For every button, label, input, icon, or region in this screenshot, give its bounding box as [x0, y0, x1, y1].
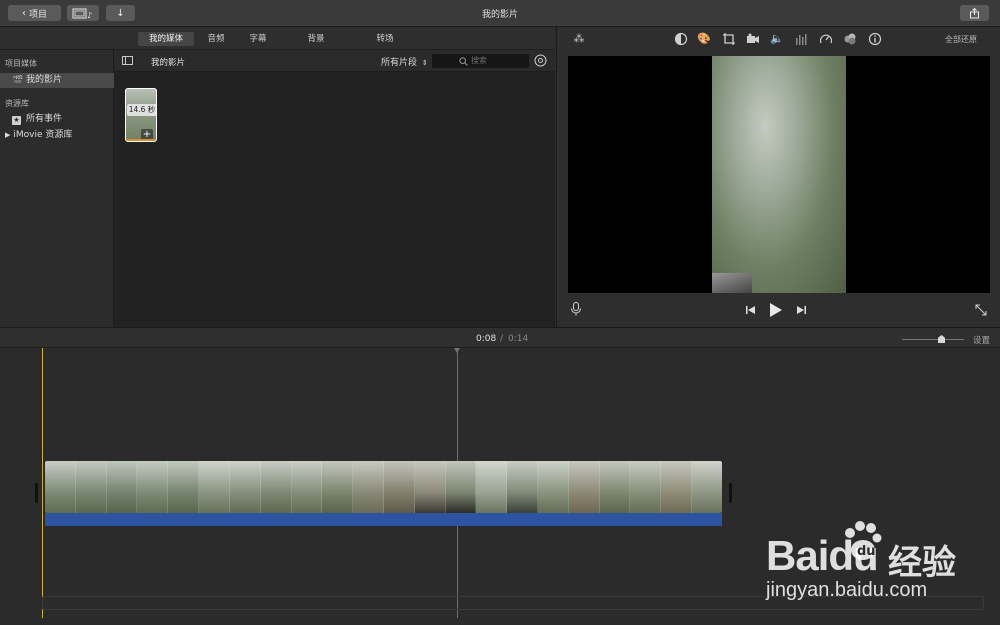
baidu-watermark: Baidu du 经验 jingyan.baidu.com — [766, 515, 996, 615]
filmstrip-frame — [445, 461, 477, 513]
filmstrip-frame — [692, 461, 722, 513]
clip-trim-handle-right[interactable] — [729, 483, 732, 503]
tab-audio[interactable]: 音频 — [200, 32, 232, 46]
clip-filter-label: 所有片段 — [381, 58, 418, 68]
share-icon — [970, 7, 979, 18]
library-header: 资源库 — [5, 99, 29, 108]
media-browser: 我的媒体 音频 字幕 背景 转场 项目媒体 🎬 我的影片 资源库 ★ 所有事件 ▶ i… — [0, 27, 555, 327]
tab-backgrounds[interactable]: 背景 — [300, 32, 332, 46]
equalizer-icon[interactable] — [795, 32, 809, 46]
info-icon[interactable] — [868, 32, 882, 46]
filmstrip-frame — [599, 461, 631, 513]
filmstrip-frame — [45, 461, 76, 513]
filmstrip-frame — [106, 461, 138, 513]
browser-title: 我的影片 — [151, 58, 186, 68]
project-media-header: 项目媒体 — [5, 59, 37, 68]
play-icon[interactable] — [769, 302, 783, 318]
sidebar-item-imovie-library[interactable]: ▶ iMovie 资源库 — [0, 128, 114, 143]
filmstrip-frame — [168, 461, 200, 513]
clip-audio-waveform[interactable] — [45, 513, 722, 526]
tab-titles[interactable]: 字幕 — [242, 32, 274, 46]
filmstrip-frame — [353, 461, 384, 513]
sidebar-item-my-movie[interactable]: 🎬 我的影片 — [0, 73, 114, 88]
clip-thumbnail[interactable]: 14.6 秒 + — [125, 88, 157, 142]
clip-used-marker — [126, 139, 156, 141]
search-input[interactable]: 搜索 — [432, 54, 529, 68]
playhead[interactable] — [42, 348, 43, 618]
fullscreen-icon[interactable] — [975, 304, 987, 316]
disclosure-triangle-icon[interactable]: ▶ — [5, 131, 10, 139]
current-time: 0:08 — [476, 334, 497, 344]
filmstrip-frame — [291, 461, 323, 513]
sidebar-item-all-events[interactable]: ★ 所有事件 — [0, 112, 114, 127]
video-frame — [712, 56, 846, 293]
clip-filter-select[interactable]: 所有片段 ⇕ — [381, 55, 428, 68]
zoom-slider-track[interactable] — [902, 339, 964, 340]
filmstrip-frame — [199, 461, 230, 513]
video-preview[interactable] — [568, 56, 990, 293]
timeline-settings-button[interactable]: 设置 — [973, 334, 990, 346]
zoom-slider-knob[interactable] — [938, 335, 945, 343]
browser-toolbar: 我的影片 所有片段 ⇕ 搜索 — [114, 50, 555, 72]
viewer-panel: ⁂ 🎨 🔈 全部还原 — [556, 27, 1000, 327]
crop-icon[interactable] — [722, 32, 736, 46]
skip-forward-icon[interactable] — [795, 304, 807, 316]
skip-back-icon[interactable] — [745, 304, 757, 316]
filter-circles-icon[interactable] — [843, 32, 857, 46]
search-placeholder: 搜索 — [471, 56, 487, 65]
filmstrip-frame — [322, 461, 354, 513]
total-time: 0:14 — [508, 334, 529, 344]
microphone-icon[interactable] — [570, 302, 582, 316]
title-bar: ‹ 项目 ♪ ↓ 我的影片 — [0, 0, 1000, 27]
volume-icon[interactable]: 🔈 — [770, 32, 784, 46]
filmstrip-frame — [630, 461, 662, 513]
paw-logo-icon: du — [845, 521, 882, 560]
filmstrip-frame — [260, 461, 292, 513]
tab-my-media[interactable]: 我的媒体 — [138, 32, 194, 46]
window-title: 我的影片 — [481, 10, 518, 20]
star-box-icon: ★ — [12, 116, 21, 125]
clapper-icon: 🎬 — [12, 76, 24, 86]
updown-chevron-icon: ⇕ — [421, 59, 428, 67]
reset-all-button[interactable]: 全部还原 — [945, 34, 977, 45]
magic-wand-icon[interactable]: ⁂ — [572, 32, 586, 46]
library-sidebar: 项目媒体 🎬 我的影片 资源库 ★ 所有事件 ▶ iMovie 资源库 — [0, 50, 114, 327]
search-icon — [459, 57, 468, 66]
sidebar-toggle-icon[interactable] — [122, 56, 133, 65]
speedometer-icon[interactable] — [819, 32, 833, 46]
filmstrip-frame — [75, 461, 107, 513]
video-clip-filmstrip[interactable] — [45, 461, 722, 513]
time-separator: / — [500, 334, 504, 344]
filmstrip-frame — [507, 461, 538, 513]
video-frame-detail — [712, 273, 752, 293]
timeline-header: 0:08 / 0:14 设置 — [0, 327, 1000, 348]
share-button[interactable] — [960, 5, 989, 21]
clip-trim-handle-left[interactable] — [35, 483, 38, 503]
filmstrip-frame — [414, 461, 446, 513]
filmstrip-frame — [568, 461, 600, 513]
filmstrip-frame — [661, 461, 693, 513]
clip-duration: 14.6 秒 — [127, 104, 156, 116]
filmstrip-frame — [538, 461, 569, 513]
watermark-url: jingyan.baidu.com — [766, 579, 928, 601]
svg-text:du: du — [857, 544, 876, 559]
filmstrip-frame — [383, 461, 415, 513]
sidebar-item-label: 我的影片 — [26, 75, 63, 85]
clip-grid: 14.6 秒 + — [114, 72, 555, 327]
video-camera-icon[interactable] — [746, 32, 760, 46]
sidebar-item-label: 所有事件 — [26, 114, 63, 124]
tab-transitions[interactable]: 转场 — [369, 32, 401, 46]
color-balance-icon[interactable] — [674, 32, 688, 46]
sidebar-item-label: iMovie 资源库 — [13, 130, 73, 140]
filmstrip-frame — [229, 461, 261, 513]
color-palette-icon[interactable]: 🎨 — [697, 32, 711, 46]
filmstrip-frame — [476, 461, 508, 513]
filmstrip-frame — [137, 461, 169, 513]
watermark-brand-cn: 经验 — [888, 543, 956, 583]
media-tabs: 我的媒体 音频 字幕 背景 转场 — [0, 27, 555, 50]
gear-icon[interactable] — [534, 54, 547, 67]
